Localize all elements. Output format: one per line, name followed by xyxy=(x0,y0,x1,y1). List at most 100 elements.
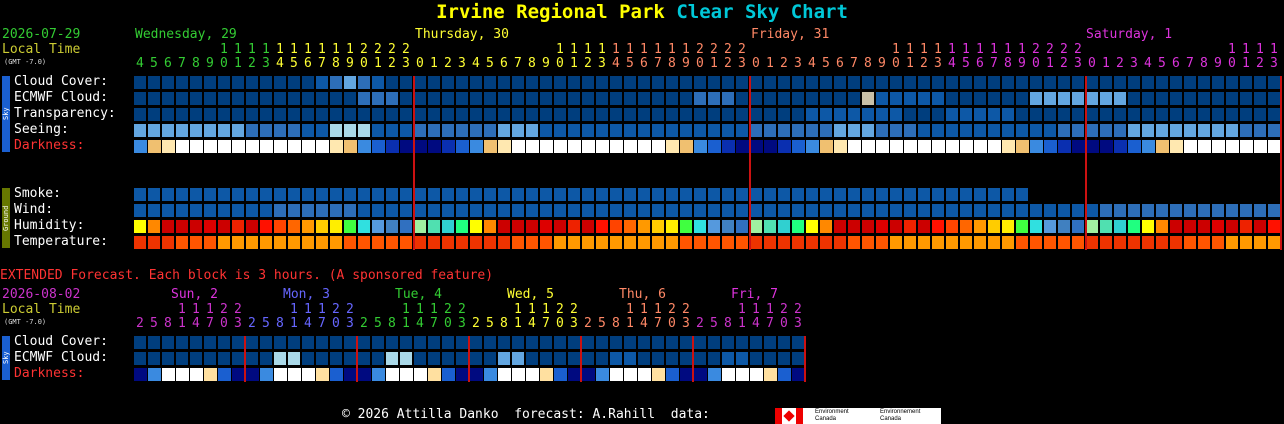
darkness-cell[interactable] xyxy=(1198,140,1211,153)
darkness-cell[interactable] xyxy=(1016,140,1029,153)
humidity-cell[interactable] xyxy=(1156,220,1168,233)
ext-ecmwf-cloud-cell[interactable] xyxy=(540,352,552,365)
ecmwf-cloud-cell[interactable] xyxy=(1100,92,1112,105)
seeing-cell[interactable] xyxy=(750,124,762,137)
smoke-cell[interactable] xyxy=(162,188,174,201)
cloud-cover-cell[interactable] xyxy=(1254,76,1266,89)
humidity-cell[interactable] xyxy=(246,220,258,233)
cloud-cover-cell[interactable] xyxy=(834,76,846,89)
cloud-cover-cell[interactable] xyxy=(274,76,286,89)
ecmwf-cloud-cell[interactable] xyxy=(848,92,860,105)
ecmwf-cloud-cell[interactable] xyxy=(568,92,580,105)
cloud-cover-cell[interactable] xyxy=(610,76,622,89)
ext-ecmwf-cloud-cell[interactable] xyxy=(652,352,664,365)
transparency-cell[interactable] xyxy=(1240,108,1252,121)
ecmwf-cloud-cell[interactable] xyxy=(680,92,692,105)
ext-ecmwf-cloud-cell[interactable] xyxy=(134,352,146,365)
ext-ecmwf-cloud-cell[interactable] xyxy=(596,352,608,365)
ext-ecmwf-cloud-cell[interactable] xyxy=(526,352,538,365)
smoke-cell[interactable] xyxy=(932,188,944,201)
wind-cell[interactable] xyxy=(484,204,496,217)
ext-cloud-cover-cell[interactable] xyxy=(722,336,734,349)
humidity-cell[interactable] xyxy=(1268,220,1280,233)
darkness-cell[interactable] xyxy=(1128,140,1141,153)
wind-cell[interactable] xyxy=(1058,204,1070,217)
seeing-cell[interactable] xyxy=(960,124,972,137)
darkness-cell[interactable] xyxy=(1100,140,1113,153)
wind-cell[interactable] xyxy=(596,204,608,217)
ecmwf-cloud-cell[interactable] xyxy=(148,92,160,105)
temperature-cell[interactable] xyxy=(722,236,734,249)
ext-ecmwf-cloud-cell[interactable] xyxy=(148,352,160,365)
temperature-cell[interactable] xyxy=(1240,236,1252,249)
ext-ecmwf-cloud-cell[interactable] xyxy=(568,352,580,365)
humidity-cell[interactable] xyxy=(624,220,636,233)
wind-cell[interactable] xyxy=(414,204,426,217)
ecmwf-cloud-cell[interactable] xyxy=(554,92,566,105)
ext-cloud-cover-cell[interactable] xyxy=(148,336,160,349)
cloud-cover-cell[interactable] xyxy=(736,76,748,89)
cloud-cover-cell[interactable] xyxy=(1240,76,1252,89)
darkness-cell[interactable] xyxy=(1170,140,1183,153)
wind-cell[interactable] xyxy=(1226,204,1238,217)
ext-cloud-cover-cell[interactable] xyxy=(442,336,454,349)
wind-cell[interactable] xyxy=(260,204,272,217)
ecmwf-cloud-cell[interactable] xyxy=(260,92,272,105)
humidity-cell[interactable] xyxy=(1114,220,1126,233)
smoke-cell[interactable] xyxy=(358,188,370,201)
ext-cloud-cover-cell[interactable] xyxy=(652,336,664,349)
ext-darkness-cell[interactable] xyxy=(666,368,679,381)
wind-cell[interactable] xyxy=(974,204,986,217)
transparency-cell[interactable] xyxy=(484,108,496,121)
seeing-cell[interactable] xyxy=(890,124,902,137)
smoke-cell[interactable] xyxy=(904,188,916,201)
transparency-cell[interactable] xyxy=(428,108,440,121)
temperature-cell[interactable] xyxy=(750,236,762,249)
darkness-cell[interactable] xyxy=(204,140,217,153)
ext-darkness-cell[interactable] xyxy=(498,368,511,381)
smoke-cell[interactable] xyxy=(148,188,160,201)
ext-darkness-cell[interactable] xyxy=(288,368,301,381)
ext-cloud-cover-cell[interactable] xyxy=(190,336,202,349)
ext-cloud-cover-cell[interactable] xyxy=(568,336,580,349)
ext-darkness-cell[interactable] xyxy=(582,368,595,381)
seeing-cell[interactable] xyxy=(582,124,594,137)
cloud-cover-cell[interactable] xyxy=(974,76,986,89)
wind-cell[interactable] xyxy=(1212,204,1224,217)
seeing-cell[interactable] xyxy=(330,124,342,137)
temperature-cell[interactable] xyxy=(1170,236,1182,249)
temperature-cell[interactable] xyxy=(778,236,790,249)
wind-cell[interactable] xyxy=(848,204,860,217)
wind-cell[interactable] xyxy=(638,204,650,217)
cloud-cover-cell[interactable] xyxy=(820,76,832,89)
ext-darkness-cell[interactable] xyxy=(414,368,427,381)
darkness-cell[interactable] xyxy=(876,140,889,153)
smoke-cell[interactable] xyxy=(330,188,342,201)
ecmwf-cloud-cell[interactable] xyxy=(652,92,664,105)
seeing-cell[interactable] xyxy=(1212,124,1224,137)
seeing-cell[interactable] xyxy=(260,124,272,137)
transparency-cell[interactable] xyxy=(932,108,944,121)
ecmwf-cloud-cell[interactable] xyxy=(316,92,328,105)
smoke-cell[interactable] xyxy=(974,188,986,201)
darkness-cell[interactable] xyxy=(1240,140,1253,153)
seeing-cell[interactable] xyxy=(176,124,188,137)
transparency-cell[interactable] xyxy=(1044,108,1056,121)
ext-darkness-cell[interactable] xyxy=(274,368,287,381)
transparency-cell[interactable] xyxy=(610,108,622,121)
seeing-cell[interactable] xyxy=(904,124,916,137)
ecmwf-cloud-cell[interactable] xyxy=(1170,92,1182,105)
cloud-cover-cell[interactable] xyxy=(1268,76,1280,89)
cloud-cover-cell[interactable] xyxy=(484,76,496,89)
seeing-cell[interactable] xyxy=(498,124,510,137)
ecmwf-cloud-cell[interactable] xyxy=(806,92,818,105)
ext-ecmwf-cloud-cell[interactable] xyxy=(694,352,706,365)
temperature-cell[interactable] xyxy=(890,236,902,249)
ext-ecmwf-cloud-cell[interactable] xyxy=(316,352,328,365)
humidity-cell[interactable] xyxy=(806,220,818,233)
transparency-cell[interactable] xyxy=(470,108,482,121)
humidity-cell[interactable] xyxy=(666,220,678,233)
smoke-cell[interactable] xyxy=(834,188,846,201)
transparency-cell[interactable] xyxy=(344,108,356,121)
transparency-cell[interactable] xyxy=(1142,108,1154,121)
